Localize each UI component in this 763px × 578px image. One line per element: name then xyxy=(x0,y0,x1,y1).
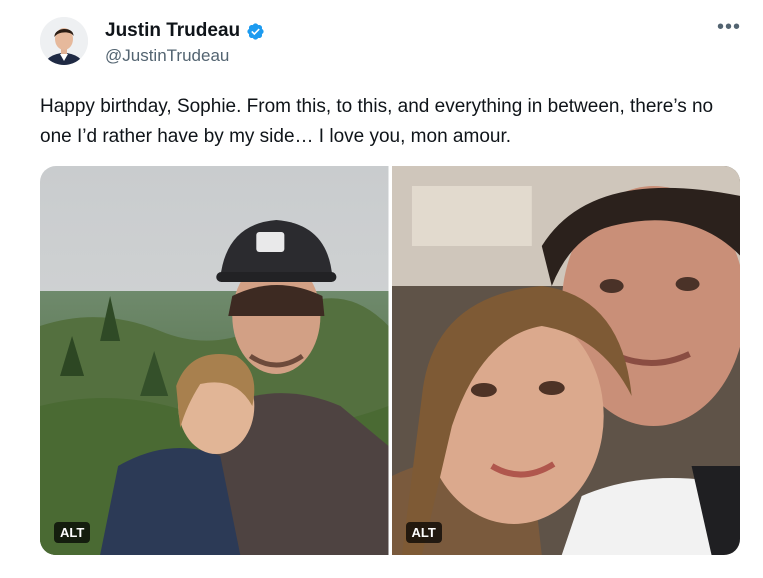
photo-outdoor-image xyxy=(40,166,389,555)
author-block: Justin Trudeau @JustinTrudeau xyxy=(105,20,265,66)
alt-text-button[interactable]: ALT xyxy=(405,522,442,543)
alt-text-button[interactable]: ALT xyxy=(54,522,91,543)
author-handle[interactable]: @JustinTrudeau xyxy=(105,46,265,66)
photo-indoor-selfie[interactable]: ALT xyxy=(391,166,740,555)
avatar-portrait-icon xyxy=(40,17,88,65)
tweet-text: Happy birthday, Sophie. From this, to th… xyxy=(40,96,714,147)
tweet-card: Justin Trudeau @JustinTrudeau ••• Happy … xyxy=(0,0,763,578)
more-options-icon[interactable]: ••• xyxy=(717,17,741,37)
photo-outdoor-couple[interactable]: ALT xyxy=(40,166,389,555)
author-name[interactable]: Justin Trudeau xyxy=(105,20,240,42)
media-grid: ALT ALT xyxy=(40,166,740,555)
avatar[interactable] xyxy=(40,17,88,65)
photo-indoor-image xyxy=(391,166,740,555)
verified-badge-icon xyxy=(246,22,265,41)
